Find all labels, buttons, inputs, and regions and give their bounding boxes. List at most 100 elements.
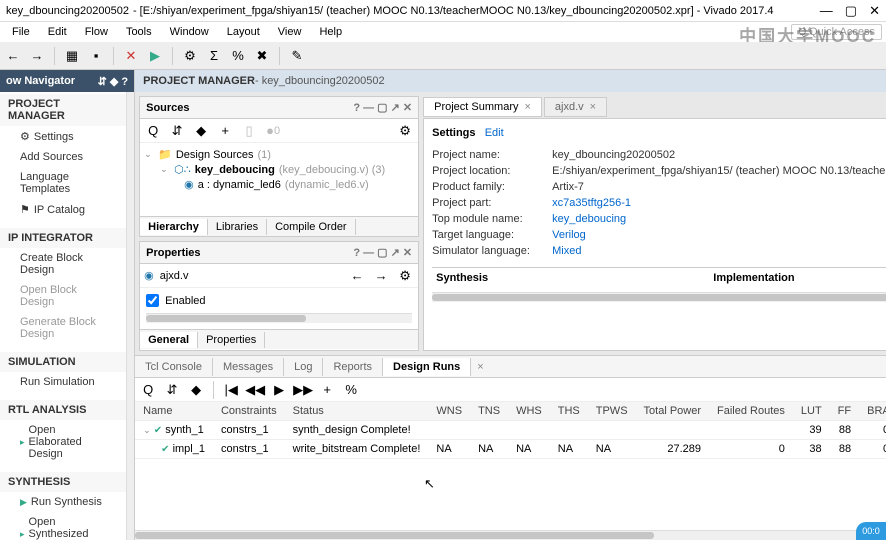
tab-messages[interactable]: Messages: [213, 358, 284, 376]
tab-hierarchy[interactable]: Hierarchy: [140, 219, 208, 235]
cancel-icon[interactable]: ✕: [122, 47, 140, 65]
search-icon[interactable]: Q: [139, 381, 157, 399]
expand-icon[interactable]: ◆: [192, 122, 210, 140]
collapse-icon[interactable]: ⇵: [163, 381, 181, 399]
sources-pane-controls[interactable]: ? — ▢ ↗ ✕: [353, 101, 412, 114]
menu-edit[interactable]: Edit: [40, 24, 75, 40]
gear-icon[interactable]: ⚙: [181, 47, 199, 65]
expand-icon: ▸: [20, 437, 25, 448]
menu-layout[interactable]: Layout: [219, 24, 268, 40]
expand-icon[interactable]: ◆: [187, 381, 205, 399]
project-part-link[interactable]: xc7a35tftg256-1: [552, 197, 631, 209]
percent-icon[interactable]: %: [229, 47, 247, 65]
menu-tools[interactable]: Tools: [118, 24, 160, 40]
enabled-checkbox[interactable]: [146, 294, 159, 307]
add-sources-item[interactable]: Add Sources: [0, 147, 126, 167]
ip-catalog-item[interactable]: ⚑IP Catalog: [0, 199, 126, 220]
tree-inst[interactable]: ◉ a : dynamic_led6 (dynamic_led6.v): [144, 177, 414, 192]
collapse-icon[interactable]: ⇵: [168, 122, 186, 140]
settings-icon[interactable]: ⚙: [396, 267, 414, 285]
prev-icon[interactable]: ◀◀: [246, 381, 264, 399]
search-icon[interactable]: Q: [144, 122, 162, 140]
gear-icon: ⚙: [20, 130, 30, 143]
menu-help[interactable]: Help: [311, 24, 350, 40]
prev-icon[interactable]: ←: [348, 267, 366, 285]
table-row[interactable]: ✔ impl_1 constrs_1write_bitstream Comple…: [135, 440, 886, 459]
collapse-icon[interactable]: ⌄: [144, 149, 154, 160]
tree-module[interactable]: ⌄ ⬡∴ key_deboucing (key_deboucing.v) (3): [144, 162, 414, 177]
tab-project-summary[interactable]: Project Summary×: [423, 97, 542, 117]
video-timer: 00:0: [856, 522, 886, 540]
messages-icon[interactable]: ● 0: [264, 122, 282, 140]
run-icon: ▶: [20, 497, 27, 508]
paste-icon[interactable]: ▪: [87, 47, 105, 65]
back-icon[interactable]: ←: [4, 47, 22, 65]
check-icon: ✔: [161, 444, 169, 455]
titlebar: key_dbouncing20200502 - [E:/shiyan/exper…: [0, 0, 886, 22]
menu-window[interactable]: Window: [162, 24, 217, 40]
table-header[interactable]: NameConstraintsStatus WNSTNSWHS THSTPWST…: [135, 402, 886, 421]
sim-lang-link[interactable]: Mixed: [552, 245, 581, 257]
first-icon[interactable]: |◀: [222, 381, 240, 399]
add-icon[interactable]: +: [216, 122, 234, 140]
open-synth-item[interactable]: ▸Open Synthesized Design: [0, 512, 126, 540]
cross-icon[interactable]: ✖: [253, 47, 271, 65]
create-block-item[interactable]: Create Block Design: [0, 248, 126, 280]
lang-templates-item[interactable]: Language Templates: [0, 167, 126, 199]
flow-nav-scrollbar[interactable]: [126, 92, 134, 540]
close-icon[interactable]: ✕: [869, 3, 880, 19]
table-row[interactable]: ⌄ ✔ synth_1 constrs_1synth_design Comple…: [135, 421, 886, 440]
maximize-icon[interactable]: ▢: [845, 3, 857, 19]
menu-flow[interactable]: Flow: [77, 24, 116, 40]
doc-icon[interactable]: ▯: [240, 122, 258, 140]
gen-block-item[interactable]: Generate Block Design: [0, 312, 126, 344]
edit-link[interactable]: Edit: [485, 127, 504, 139]
forward-icon[interactable]: →: [28, 47, 46, 65]
copy-icon[interactable]: ▦: [63, 47, 81, 65]
tree-root[interactable]: ⌄ 📁 Design Sources (1): [144, 147, 414, 162]
file-icon: ◉: [144, 269, 154, 282]
tab-compile[interactable]: Compile Order: [267, 219, 356, 235]
sources-toolbar: Q ⇵ ◆ + ▯ ● 0 ⚙: [140, 119, 418, 143]
tab-log[interactable]: Log: [284, 358, 323, 376]
target-lang-link[interactable]: Verilog: [552, 229, 586, 241]
tab-tcl[interactable]: Tcl Console: [135, 358, 213, 376]
design-runs-table: NameConstraintsStatus WNSTNSWHS THSTPWST…: [135, 402, 886, 459]
check-icon: ✔: [154, 425, 162, 436]
flow-nav-controls[interactable]: ⇵ ◆ ?: [98, 75, 129, 88]
run-icon[interactable]: ▶: [146, 47, 164, 65]
collapse-icon[interactable]: ⌄: [160, 164, 170, 175]
highlight-icon[interactable]: ✎: [288, 47, 306, 65]
play-icon[interactable]: ▶: [270, 381, 288, 399]
percent-icon[interactable]: %: [342, 381, 360, 399]
sigma-icon[interactable]: Σ: [205, 47, 223, 65]
quick-access[interactable]: Q Quick Access: [791, 24, 882, 40]
props-pane-controls[interactable]: ? — ▢ ↗ ✕: [353, 246, 412, 259]
close-icon[interactable]: ×: [590, 101, 596, 113]
product-family-value: Artix-7: [552, 181, 584, 193]
tab-design-runs[interactable]: Design Runs: [383, 358, 471, 376]
props-hscroll[interactable]: [146, 313, 412, 323]
tab-general[interactable]: General: [140, 332, 198, 348]
tab-ajxd[interactable]: ajxd.v×: [544, 97, 607, 117]
next-icon[interactable]: →: [372, 267, 390, 285]
settings-icon[interactable]: ⚙: [396, 122, 414, 140]
tab-libraries[interactable]: Libraries: [208, 219, 267, 235]
menu-view[interactable]: View: [270, 24, 310, 40]
settings-item[interactable]: ⚙Settings: [0, 126, 126, 147]
summary-hscroll[interactable]: [432, 292, 886, 302]
close-icon[interactable]: ×: [471, 361, 489, 373]
add-icon[interactable]: +: [318, 381, 336, 399]
open-elab-item[interactable]: ▸Open Elaborated Design: [0, 420, 126, 464]
tab-reports[interactable]: Reports: [323, 358, 383, 376]
tab-properties[interactable]: Properties: [198, 332, 265, 348]
bottom-hscroll[interactable]: [135, 530, 886, 540]
menu-file[interactable]: File: [4, 24, 38, 40]
open-block-item[interactable]: Open Block Design: [0, 280, 126, 312]
run-synth-item[interactable]: ▶Run Synthesis: [0, 492, 126, 512]
run-sim-item[interactable]: Run Simulation: [0, 372, 126, 392]
top-module-link[interactable]: key_deboucing: [552, 213, 626, 225]
close-icon[interactable]: ×: [524, 101, 530, 113]
next-icon[interactable]: ▶▶: [294, 381, 312, 399]
minimize-icon[interactable]: —: [820, 3, 833, 19]
